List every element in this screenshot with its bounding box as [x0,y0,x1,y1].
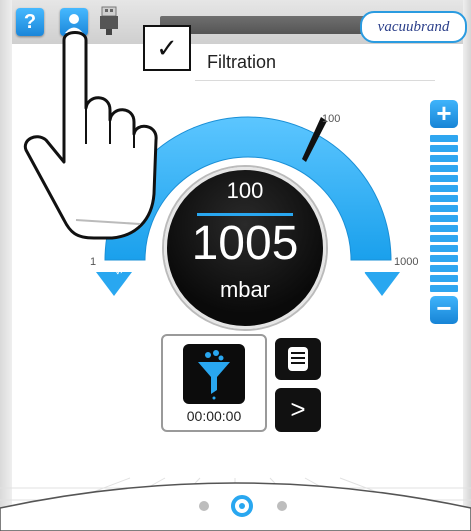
list-icon [288,347,308,371]
scale-min-label: 1 [90,256,97,268]
decrease-button[interactable]: − [430,295,458,324]
slider-segment [430,265,458,272]
pump-screen: ? vacuubrand ✓ Filtration 1 100 1000 VAC… [0,0,471,531]
current-pressure: 1005 [191,217,299,270]
mode-divider [195,80,435,81]
slider-segment [430,235,458,242]
brand-logo: vacuubrand [360,11,467,43]
next-button[interactable]: > [275,388,321,432]
pressure-display[interactable]: 100 1005 mbar [164,167,326,329]
pointing-hand-icon [23,31,158,240]
page-dot [199,501,209,511]
list-button[interactable] [275,338,321,380]
slider-segment [430,255,458,262]
slider-segment [430,165,458,172]
slider-segment [430,135,458,142]
slider-segment [430,215,458,222]
slider-segment [430,185,458,192]
slider-segment [430,205,458,212]
increase-button[interactable]: + [430,100,458,128]
page-dot [277,501,287,511]
filtration-program-button[interactable] [183,344,245,404]
slider-segment [430,145,458,152]
mode-label[interactable]: Filtration [207,52,276,73]
pager-dots [199,495,287,517]
page-indicator[interactable] [190,492,300,522]
slider-segment [430,195,458,202]
scale-max-label: 1000 [394,256,419,268]
setpoint-slider[interactable] [430,135,458,292]
slider-segment [430,245,458,252]
slider-segment [430,175,458,182]
setpoint-value: 100 [226,178,264,203]
slider-segment [430,225,458,232]
pressure-unit: mbar [219,277,271,302]
filter-funnel-icon [198,350,230,400]
mode-checkbox[interactable]: ✓ [143,25,191,71]
scale-mid-label: 100 [322,113,341,125]
slider-segment [430,155,458,162]
slider-segment [430,275,458,282]
program-panel: 00:00:00 [161,334,267,432]
program-timer: 00:00:00 [186,408,242,424]
slider-segment [430,285,458,292]
